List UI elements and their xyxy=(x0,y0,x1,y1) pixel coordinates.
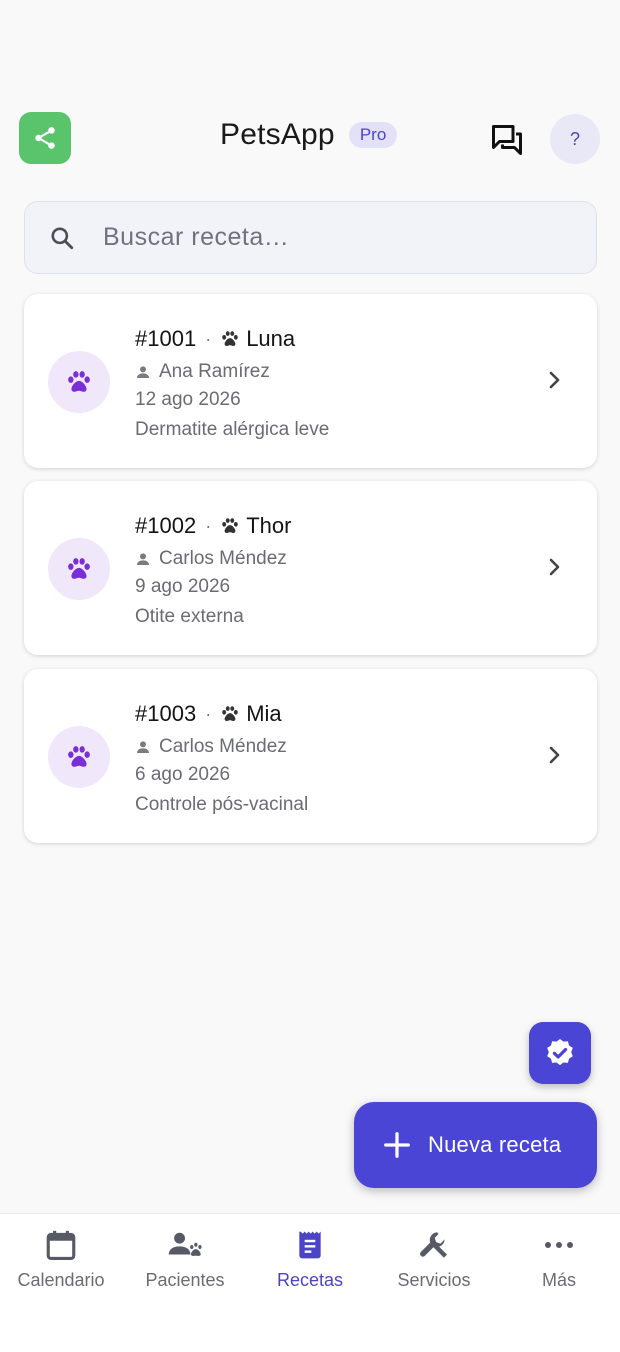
new-prescription-label: Nueva receta xyxy=(428,1132,562,1157)
forum-icon xyxy=(492,125,522,155)
separator: · xyxy=(205,328,212,349)
person-icon xyxy=(135,364,151,380)
nav-label-mas: Más xyxy=(541,1270,576,1290)
search-icon xyxy=(47,223,77,253)
wrench-icon xyxy=(415,1226,453,1264)
prescription-card[interactable]: #1001 · Luna Ana Ramírez 12 ago 2026 Der… xyxy=(24,294,597,468)
pet-avatar xyxy=(48,726,110,788)
card-title: #1001 · Luna xyxy=(135,324,329,354)
plus-icon xyxy=(382,1130,412,1160)
nav-item-pacientes[interactable]: Pacientes xyxy=(123,1226,247,1291)
app-title: PetsApp xyxy=(220,118,335,151)
person-icon xyxy=(135,739,151,755)
diagnosis: Controle pós-vacinal xyxy=(135,794,309,815)
card-content: #1001 · Luna Ana Ramírez 12 ago 2026 Der… xyxy=(135,324,329,445)
diagnosis: Otite externa xyxy=(135,606,244,627)
paw-icon xyxy=(68,371,90,392)
verify-fab[interactable] xyxy=(529,1022,591,1084)
card-content: #1003 · Mia Carlos Méndez 6 ago 2026 Con… xyxy=(135,699,308,820)
pet-name: Luna xyxy=(246,326,296,351)
chevron-right-icon xyxy=(549,558,560,576)
paw-icon xyxy=(68,746,90,767)
search-bar[interactable] xyxy=(24,201,597,274)
prescription-date: 9 ago 2026 xyxy=(135,576,231,597)
help-label: ? xyxy=(569,128,580,149)
prescription-number: #1001 xyxy=(135,326,197,351)
owner-name: Carlos Méndez xyxy=(159,548,287,569)
pro-badge: Pro xyxy=(348,122,398,148)
card-title: #1002 · Thor xyxy=(135,511,291,541)
card-content: #1002 · Thor Carlos Méndez 9 ago 2026 Ot… xyxy=(135,511,291,632)
prescription-number: #1002 xyxy=(135,513,197,538)
owner-row: Carlos Méndez xyxy=(135,546,291,572)
card-title: #1003 · Mia xyxy=(135,699,308,729)
owner-row: Ana Ramírez xyxy=(135,359,329,385)
person-icon xyxy=(135,551,151,567)
prescription-number: #1003 xyxy=(135,701,197,726)
nav-label-servicios: Servicios xyxy=(397,1270,471,1290)
paw-icon xyxy=(220,704,240,724)
chevron-right-icon xyxy=(549,371,560,389)
separator: · xyxy=(205,515,212,536)
bottom-navigation: Calendario Pacientes Recetas Servicios M… xyxy=(0,1213,620,1352)
app-screen: PetsApp Pro ? Buscar receta… #1001 · Lun… xyxy=(0,0,620,1352)
chat-button[interactable] xyxy=(487,120,527,160)
nav-label-pacientes: Pacientes xyxy=(145,1270,225,1290)
separator: · xyxy=(205,703,212,724)
new-prescription-button[interactable]: Nueva receta xyxy=(354,1102,597,1188)
calendar-icon xyxy=(42,1226,80,1264)
pet-name: Mia xyxy=(246,701,282,726)
prescription-date: 6 ago 2026 xyxy=(135,764,231,785)
owner-name: Carlos Méndez xyxy=(159,736,287,757)
help-button[interactable]: ? xyxy=(550,114,600,164)
verified-icon xyxy=(547,1039,573,1066)
more-icon xyxy=(540,1226,578,1264)
diagnosis: Dermatite alérgica leve xyxy=(135,419,330,440)
share-icon xyxy=(35,127,55,149)
nav-label-calendario: Calendario xyxy=(17,1270,105,1290)
pet-avatar xyxy=(48,538,110,600)
prescription-card[interactable]: #1002 · Thor Carlos Méndez 9 ago 2026 Ot… xyxy=(24,481,597,655)
prescription-date: 12 ago 2026 xyxy=(135,389,241,410)
brand: PetsApp Pro xyxy=(220,118,398,152)
paw-icon xyxy=(220,516,240,536)
nav-item-recetas[interactable]: Recetas xyxy=(248,1226,372,1291)
paw-icon xyxy=(220,329,240,349)
nav-label-recetas: Recetas xyxy=(276,1270,344,1290)
patients-icon xyxy=(166,1226,204,1264)
paw-icon xyxy=(68,558,90,579)
chevron-right-icon xyxy=(549,746,560,764)
nav-item-mas[interactable]: Más xyxy=(497,1226,620,1291)
share-button[interactable] xyxy=(19,112,71,164)
owner-name: Ana Ramírez xyxy=(159,361,270,382)
top-bar: PetsApp Pro ? xyxy=(0,112,620,166)
receipt-icon xyxy=(291,1226,329,1264)
pet-name: Thor xyxy=(246,513,292,538)
prescription-card[interactable]: #1003 · Mia Carlos Méndez 6 ago 2026 Con… xyxy=(24,669,597,843)
pet-avatar xyxy=(48,351,110,413)
owner-row: Carlos Méndez xyxy=(135,734,308,760)
search-input[interactable] xyxy=(103,223,553,252)
nav-item-calendario[interactable]: Calendario xyxy=(0,1226,123,1291)
nav-item-servicios[interactable]: Servicios xyxy=(372,1226,496,1291)
